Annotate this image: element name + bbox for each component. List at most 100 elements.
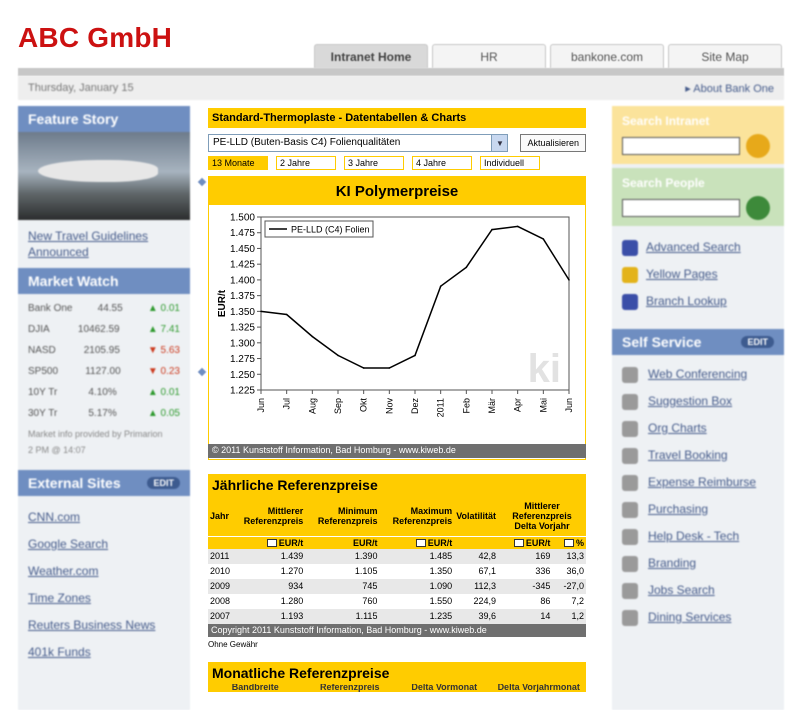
market-time: 2 PM @ 14:07 (28, 445, 86, 455)
search-people-label: Search People (622, 176, 705, 190)
self-service-item[interactable]: Purchasing (622, 496, 774, 523)
edit-self-service-button[interactable]: EDIT (741, 336, 774, 348)
feature-story-link[interactable]: New Travel Guidelines Announced (18, 220, 190, 268)
arrow-up-icon: ▲ (147, 303, 161, 314)
market-change-value: 7.41 (160, 324, 180, 335)
update-button[interactable]: Aktualisieren (520, 134, 586, 152)
self-service-label: Help Desk - Tech (648, 529, 740, 543)
table-cell: 934 (232, 578, 306, 594)
x-tick-label: 2011 (436, 398, 446, 417)
table-cell: 42,8 (454, 548, 499, 564)
service-icon (622, 366, 638, 383)
external-link[interactable]: Reuters Business News (18, 612, 190, 639)
period-tab[interactable]: Individuell (480, 156, 540, 170)
plot-area (260, 216, 570, 391)
x-tick-label: Jun (564, 398, 574, 413)
checkbox-icon[interactable] (513, 539, 524, 548)
table-cell: 13,3 (552, 548, 586, 564)
self-service-item[interactable]: Help Desk - Tech (622, 523, 774, 550)
period-tab[interactable]: 3 Jahre (344, 156, 404, 170)
y-tick-label: 1.450 (230, 244, 255, 255)
period-tab[interactable]: 2 Jahre (276, 156, 336, 170)
market-row: Bank One 44.55 ▲ 0.01 (28, 298, 180, 319)
quick-link[interactable]: Advanced Search (622, 234, 774, 261)
top-navigation: Intranet Home HR bankone.com Site Map (314, 44, 782, 68)
search-people-input[interactable] (622, 199, 740, 217)
self-service-item[interactable]: Jobs Search (622, 577, 774, 604)
x-tick-label: Dez (410, 398, 420, 415)
nav-divider (18, 68, 784, 76)
period-tab[interactable]: 4 Jahre (412, 156, 472, 170)
self-service-item[interactable]: Expense Reimburse (622, 469, 774, 496)
external-link[interactable]: Google Search (18, 531, 190, 558)
checkbox-icon[interactable] (563, 539, 574, 548)
self-service-item[interactable]: Org Charts (622, 415, 774, 442)
service-icon (622, 393, 638, 410)
checkbox-icon[interactable] (266, 539, 277, 548)
period-tab[interactable]: 13 Monate (208, 156, 268, 170)
table-cell: 1.350 (379, 563, 455, 579)
arrow-down-icon: ▼ (147, 366, 161, 377)
edit-external-button[interactable]: EDIT (147, 477, 180, 489)
table-row: 2010 1.270 1.105 1.350 67,1 336 36,0 (208, 563, 586, 579)
service-icon (622, 447, 638, 464)
data-point (285, 313, 288, 316)
self-service-item[interactable]: Branding (622, 550, 774, 577)
search-intranet-go-button[interactable] (746, 134, 770, 158)
external-link[interactable]: 401k Funds (18, 639, 190, 666)
chevron-down-icon[interactable]: ▼ (491, 135, 508, 151)
search-people-go-button[interactable] (746, 196, 770, 220)
external-link[interactable]: Time Zones (18, 585, 190, 612)
table-cell: 1,2 (552, 608, 586, 624)
data-point (465, 266, 468, 269)
tab-site-map[interactable]: Site Map (668, 44, 782, 68)
table-cell: 112,3 (454, 578, 499, 594)
data-point (516, 225, 519, 228)
search-intranet-input[interactable] (622, 137, 740, 155)
tab-bankone[interactable]: bankone.com (550, 44, 664, 68)
external-link[interactable]: Weather.com (18, 558, 190, 585)
market-watch-title: Market Watch (28, 273, 119, 289)
table-cell: 7,2 (552, 593, 586, 609)
y-tick-label: 1.425 (230, 260, 255, 271)
self-service-item[interactable]: Web Conferencing (622, 361, 774, 388)
quick-link-label: Advanced Search (646, 240, 741, 254)
market-note: Market info provided by Primarion (28, 429, 163, 439)
intranet-page: ABC GmbH Intranet Home HR bankone.com Si… (0, 0, 802, 710)
arrow-up-icon: ▲ (147, 324, 161, 335)
market-name: SP500 (28, 366, 59, 377)
arrow-down-icon: ▼ (147, 345, 161, 356)
self-service-item[interactable]: Travel Booking (622, 442, 774, 469)
table-cell: 1.485 (379, 548, 455, 564)
self-service-item[interactable]: Suggestion Box (622, 388, 774, 415)
tab-hr[interactable]: HR (432, 44, 546, 68)
x-tick-label: Jun (256, 398, 266, 413)
market-row: DJIA 10462.59 ▲ 7.41 (28, 319, 180, 340)
market-value: 5.17% (88, 408, 117, 419)
arrow-up-icon: ▲ (147, 408, 161, 419)
product-select[interactable]: PE-LLD (Buten-Basis C4) Folienqualitäten… (208, 134, 509, 152)
quick-link[interactable]: Yellow Pages (622, 261, 774, 288)
col-volatilitaet: Volatilität (454, 496, 499, 536)
ki-watermark: ki (528, 347, 561, 391)
data-point (260, 310, 262, 313)
market-watch-table: Bank One 44.55 ▲ 0.01 DJIA 10462.59 ▲ 7.41 NAS… (18, 294, 190, 460)
data-point (491, 228, 493, 231)
unit-minimum: EUR/t (305, 535, 380, 549)
checkbox-icon[interactable] (415, 539, 426, 548)
feature-image[interactable] (18, 132, 190, 220)
table-cell: 2011 (208, 548, 233, 564)
tab-intranet-home[interactable]: Intranet Home (314, 44, 428, 68)
quick-link[interactable]: Branch Lookup (622, 288, 774, 315)
self-service-list: Web Conferencing Suggestion Box Org Charts… (612, 355, 784, 637)
external-link[interactable]: CNN.com (18, 504, 190, 531)
main-content: Standard-Thermoplaste - Datentabellen & … (200, 106, 602, 710)
unit-label: EUR/t (525, 537, 551, 548)
y-tick-label: 1.275 (230, 354, 255, 365)
self-service-item[interactable]: Dining Services (622, 604, 774, 631)
monthly-col: Referenzpreis (319, 684, 380, 692)
monthly-columns: Bandbreite Referenzpreis Delta Vormonat … (208, 684, 586, 692)
market-row: 30Y Tr 5.17% ▲ 0.05 (28, 403, 180, 424)
about-link[interactable]: ▸ About Bank One (685, 82, 774, 95)
unit-mittlerer: EUR/t (232, 535, 306, 549)
